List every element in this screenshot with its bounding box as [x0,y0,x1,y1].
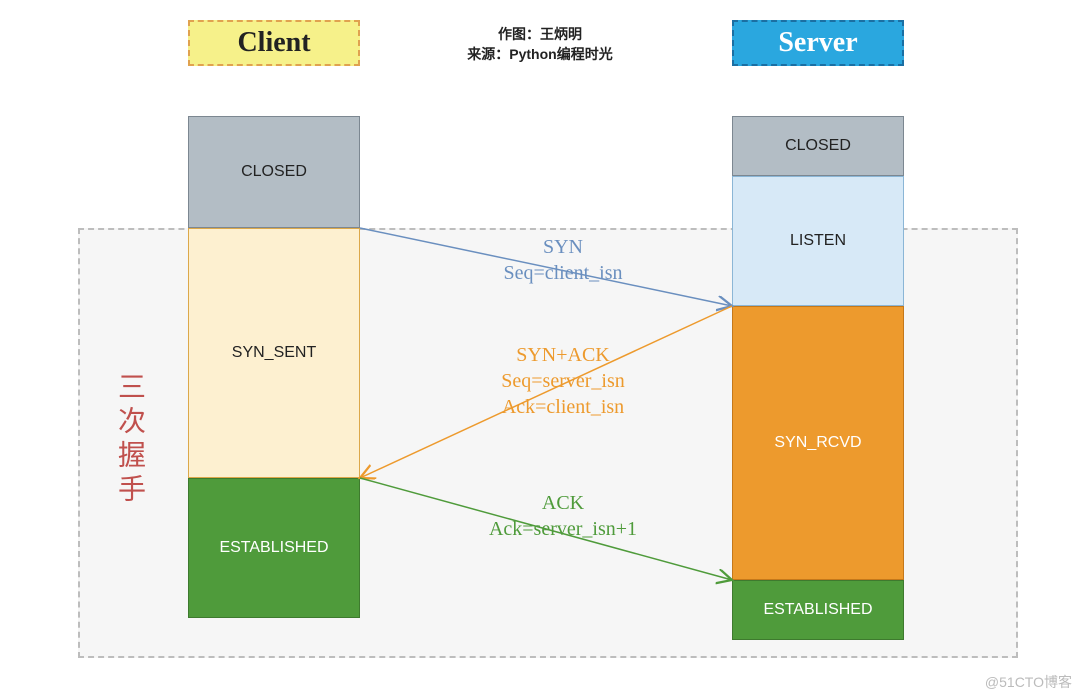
server-header: Server [732,20,904,66]
section-label: 三次握手 [110,330,150,550]
diagram-stage: Client Server 作图：王炳明 来源：Python编程时光 三次握手 … [0,0,1080,700]
client-state-closed: CLOSED [188,116,360,228]
server-state-syn-rcvd: SYN_RCVD [732,306,904,580]
server-state-listen: LISTEN [732,176,904,306]
credit-block: 作图：王炳明 来源：Python编程时光 [430,24,650,64]
msg-syn: SYN Seq=client_isn [448,234,678,286]
client-header-label: Client [237,27,310,59]
client-state-established: ESTABLISHED [188,478,360,618]
msg-ack: ACK Ack=server_isn+1 [448,490,678,542]
server-state-established: ESTABLISHED [732,580,904,640]
credit-line1: 作图：王炳明 [430,24,650,44]
client-state-syn-sent: SYN_SENT [188,228,360,478]
server-header-label: Server [778,27,857,59]
server-state-closed: CLOSED [732,116,904,176]
credit-line2: 来源：Python编程时光 [430,44,650,64]
client-header: Client [188,20,360,66]
msg-synack: SYN+ACK Seq=server_isn Ack=client_isn [448,342,678,420]
watermark: @51CTO博客 [985,672,1072,692]
